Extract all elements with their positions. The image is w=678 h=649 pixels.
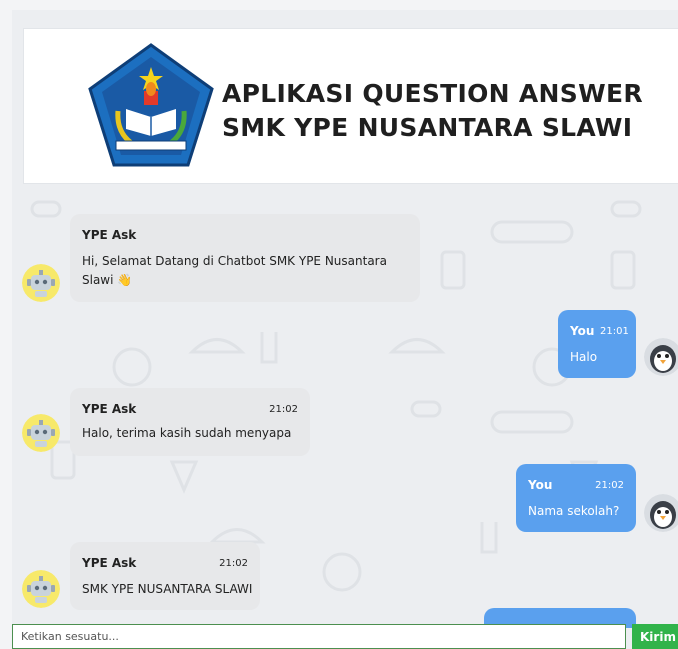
app-header: APLIKASI QUESTION ANSWER SMK YPE NUSANTA… xyxy=(23,28,678,184)
message-text: Halo xyxy=(570,350,598,364)
bot-avatar xyxy=(22,570,60,608)
user-message: You 21:02 Nama sekolah? xyxy=(516,464,636,532)
app-frame: APLIKASI QUESTION ANSWER SMK YPE NUSANTA… xyxy=(12,10,678,649)
message-text: SMK YPE NUSANTARA SLAWI xyxy=(82,582,253,596)
message-sender: YPE Ask xyxy=(82,402,137,416)
message-sender: YPE Ask xyxy=(82,556,137,570)
bot-message: YPE Ask 21:02 Halo, terima kasih sudah m… xyxy=(70,388,310,456)
message-input-wrapper[interactable] xyxy=(12,624,626,649)
bot-avatar xyxy=(22,264,60,302)
user-message: You 21:01 Halo xyxy=(558,310,636,378)
robot-icon xyxy=(22,570,60,608)
message-text: Hi, Selamat Datang di Chatbot SMK YPE Nu… xyxy=(82,254,387,287)
message-text: Nama sekolah? xyxy=(528,504,620,518)
page-title: APLIKASI QUESTION ANSWER SMK YPE NUSANTA… xyxy=(222,77,643,145)
robot-icon xyxy=(22,414,60,452)
bot-avatar xyxy=(22,414,60,452)
message-input[interactable] xyxy=(13,625,625,648)
title-line-2: SMK YPE NUSANTARA SLAWI xyxy=(222,113,633,142)
bot-message: YPE Ask Hi, Selamat Datang di Chatbot SM… xyxy=(70,214,420,302)
chat-area[interactable]: YPE Ask Hi, Selamat Datang di Chatbot SM… xyxy=(12,192,678,622)
message-sender: YPE Ask xyxy=(82,228,137,242)
robot-icon xyxy=(22,264,60,302)
send-button[interactable]: Kirim xyxy=(632,624,678,649)
penguin-icon xyxy=(644,494,678,532)
message-sender: You xyxy=(528,478,553,492)
bot-message: YPE Ask 21:02 SMK YPE NUSANTARA SLAWI xyxy=(70,542,260,610)
message-time: 21:02 xyxy=(219,558,248,569)
title-line-1: APLIKASI QUESTION ANSWER xyxy=(222,79,643,108)
message-time: 21:02 xyxy=(269,404,298,415)
message-sender: You xyxy=(570,324,595,338)
message-text: Halo, terima kasih sudah menyapa xyxy=(82,426,292,440)
message-time: 21:02 xyxy=(595,480,624,491)
message-time: 21:01 xyxy=(600,326,629,337)
school-crest-icon xyxy=(88,43,214,167)
penguin-icon xyxy=(644,338,678,376)
user-avatar xyxy=(644,494,678,532)
user-avatar xyxy=(644,338,678,376)
